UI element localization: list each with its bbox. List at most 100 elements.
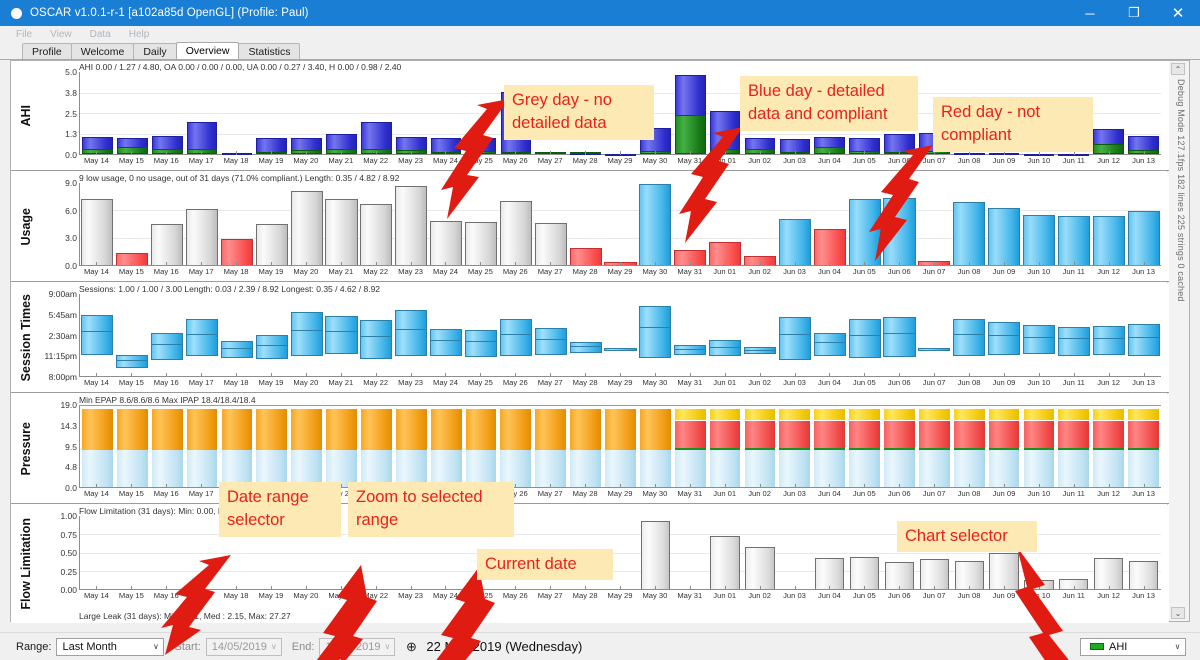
menu-view[interactable]: View (50, 29, 72, 40)
pressure-column[interactable] (1092, 408, 1126, 487)
session-block[interactable] (1022, 325, 1055, 354)
pressure-column[interactable] (1057, 408, 1091, 487)
usage-bar-blue-day[interactable] (1092, 215, 1125, 265)
pressure-column[interactable] (673, 408, 707, 487)
flow-limitation-bar[interactable] (1128, 560, 1159, 589)
usage-bar-blue-day[interactable] (953, 202, 986, 265)
session-block[interactable] (988, 321, 1021, 355)
pressure-column[interactable] (464, 408, 498, 487)
session-block[interactable] (918, 348, 951, 352)
graph-pressure[interactable]: Pressure Min EPAP 8.6/8.6/8.6 Max IPAP 1… (11, 394, 1169, 504)
session-block[interactable] (813, 333, 846, 356)
pressure-column[interactable] (394, 408, 428, 487)
maximize-button[interactable]: ❐ (1112, 0, 1156, 26)
usage-bar-blue-day[interactable] (1022, 214, 1055, 265)
session-block[interactable] (883, 316, 916, 358)
session-block[interactable] (953, 319, 986, 356)
graph-usage-plot[interactable] (79, 183, 1161, 266)
usage-bar-grey-day[interactable] (255, 224, 288, 265)
pressure-column[interactable] (917, 408, 951, 487)
pressure-column[interactable] (952, 408, 986, 487)
session-block[interactable] (430, 329, 463, 356)
usage-bar-grey-day[interactable] (360, 203, 393, 265)
tab-profile[interactable]: Profile (22, 43, 72, 59)
menu-data[interactable]: Data (90, 29, 111, 40)
usage-bar-blue-day[interactable] (1127, 211, 1160, 265)
tab-statistics[interactable]: Statistics (238, 43, 301, 59)
menu-help[interactable]: Help (129, 29, 150, 40)
tab-overview[interactable]: Overview (175, 42, 240, 59)
session-block[interactable] (290, 312, 323, 357)
tab-welcome[interactable]: Welcome (70, 43, 135, 59)
pressure-column[interactable] (743, 408, 777, 487)
pressure-column[interactable] (185, 408, 219, 487)
minimize-button[interactable]: ─ (1068, 0, 1112, 26)
pressure-column[interactable] (883, 408, 916, 487)
pressure-column[interactable] (115, 408, 149, 487)
flow-limitation-bar[interactable] (919, 559, 949, 589)
usage-bar-blue-day[interactable] (1057, 215, 1090, 265)
session-block[interactable] (360, 320, 393, 359)
session-block[interactable] (151, 333, 184, 360)
session-block[interactable] (464, 330, 498, 358)
session-block[interactable] (1092, 326, 1125, 355)
graph-session-times-plot[interactable] (79, 294, 1161, 377)
pressure-column[interactable] (1127, 408, 1160, 487)
session-block[interactable] (569, 341, 602, 354)
session-block[interactable] (534, 328, 567, 355)
flow-limitation-bar[interactable] (745, 546, 775, 589)
session-block[interactable] (674, 344, 707, 355)
pressure-column[interactable] (255, 408, 289, 487)
pressure-column[interactable] (290, 408, 324, 487)
menu-file[interactable]: File (16, 29, 32, 40)
tab-daily[interactable]: Daily (133, 43, 177, 59)
pressure-column[interactable] (848, 408, 881, 487)
session-block[interactable] (848, 318, 881, 358)
debug-scroll-gutter[interactable]: ⌃ Debug Mode 127.1fps 182 lines 225 stri… (1167, 61, 1189, 621)
pressure-column[interactable] (81, 408, 114, 487)
session-block[interactable] (778, 316, 811, 360)
session-block[interactable] (81, 315, 114, 355)
scroll-up-arrow[interactable]: ⌃ (1171, 63, 1185, 75)
graph-usage[interactable]: Usage 9 low usage, 0 no usage, out of 31… (11, 172, 1169, 282)
pressure-column[interactable] (638, 408, 672, 487)
scroll-down-arrow[interactable]: ⌄ (1171, 607, 1185, 619)
ahi-bar[interactable] (186, 122, 218, 154)
flow-limitation-bar[interactable] (710, 536, 740, 589)
session-block[interactable] (1057, 326, 1090, 356)
flow-limitation-bar[interactable] (954, 561, 984, 589)
session-block[interactable] (395, 310, 428, 357)
pressure-column[interactable] (429, 408, 463, 487)
session-block[interactable] (604, 348, 637, 352)
usage-bar-grey-day[interactable] (395, 185, 428, 265)
usage-bar-grey-day[interactable] (81, 199, 114, 265)
pressure-column[interactable] (325, 408, 358, 487)
usage-bar-grey-day[interactable] (534, 223, 567, 265)
pressure-column[interactable] (813, 408, 847, 487)
session-block[interactable] (1127, 323, 1160, 356)
pressure-column[interactable] (360, 408, 393, 487)
close-button[interactable]: ✕ (1156, 0, 1200, 26)
session-block[interactable] (186, 318, 219, 357)
pressure-column[interactable] (499, 408, 533, 487)
flow-limitation-bar[interactable] (640, 521, 670, 589)
pressure-column[interactable] (708, 408, 742, 487)
session-block[interactable] (255, 335, 288, 359)
usage-bar-grey-day[interactable] (325, 199, 358, 265)
session-block[interactable] (116, 354, 149, 368)
pressure-column[interactable] (569, 408, 602, 487)
session-block[interactable] (325, 316, 358, 354)
session-block[interactable] (220, 340, 253, 358)
pressure-column[interactable] (987, 408, 1021, 487)
graph-session-times[interactable]: Session Times Sessions: 1.00 / 1.00 / 3.… (11, 283, 1169, 393)
pressure-column[interactable] (534, 408, 568, 487)
usage-bar-grey-day[interactable] (186, 208, 219, 265)
session-block[interactable] (709, 339, 742, 357)
session-block[interactable] (743, 347, 777, 354)
zoom-to-range-icon[interactable]: ⊕ (403, 639, 419, 655)
usage-bar-grey-day[interactable] (151, 224, 184, 265)
pressure-column[interactable] (220, 408, 254, 487)
usage-bar-blue-day[interactable] (988, 207, 1021, 265)
graph-pressure-plot[interactable] (79, 405, 1161, 488)
usage-bar-red-day[interactable] (813, 229, 846, 265)
